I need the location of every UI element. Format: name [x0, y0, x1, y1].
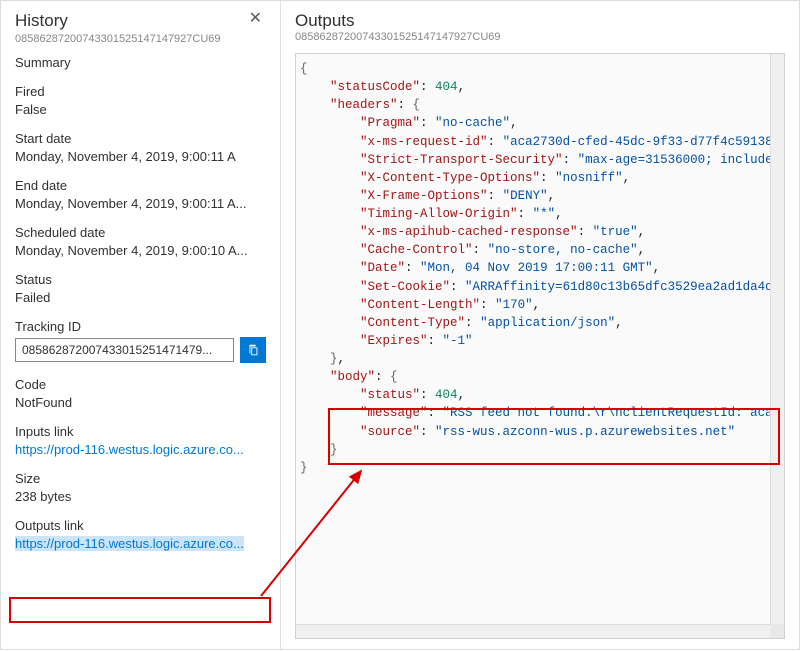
outputs-json-viewer[interactable]: { "statusCode": 404, "headers": { "Pragm…: [295, 53, 785, 639]
outputs-title: Outputs: [295, 11, 785, 31]
start-date-label: Start date: [15, 131, 266, 146]
code-label: Code: [15, 377, 266, 392]
outputs-id: 08586287200743301525147147927CU69: [295, 31, 785, 43]
code-value: NotFound: [15, 395, 266, 410]
fired-value: False: [15, 102, 266, 117]
inputs-link[interactable]: https://prod-116.westus.logic.azure.co..…: [15, 442, 266, 457]
copy-button[interactable]: [240, 337, 266, 363]
size-label: Size: [15, 471, 266, 486]
end-date-label: End date: [15, 178, 266, 193]
start-date-value: Monday, November 4, 2019, 9:00:11 A: [15, 149, 266, 164]
history-title: History: [15, 11, 68, 31]
history-id: 08586287200743301525147147927CU69: [15, 33, 266, 45]
outputs-panel: Outputs 08586287200743301525147147927CU6…: [281, 1, 799, 649]
end-date-value: Monday, November 4, 2019, 9:00:11 A...: [15, 196, 266, 211]
size-value: 238 bytes: [15, 489, 266, 504]
scheduled-date-value: Monday, November 4, 2019, 9:00:10 A...: [15, 243, 266, 258]
tracking-id-input[interactable]: 085862872007433015251471479...: [15, 338, 234, 362]
copy-icon: [246, 343, 260, 357]
outputs-link[interactable]: https://prod-116.westus.logic.azure.co..…: [15, 536, 266, 551]
scroll-corner: [770, 624, 784, 638]
fired-label: Fired: [15, 84, 266, 99]
inputs-link-label: Inputs link: [15, 424, 266, 439]
tracking-id-label: Tracking ID: [15, 319, 266, 334]
history-panel: History ✕ 08586287200743301525147147927C…: [1, 1, 281, 649]
vertical-scrollbar[interactable]: [770, 54, 784, 624]
status-label: Status: [15, 272, 266, 287]
outputs-link-label: Outputs link: [15, 518, 266, 533]
scheduled-date-label: Scheduled date: [15, 225, 266, 240]
close-icon[interactable]: ✕: [245, 11, 266, 27]
horizontal-scrollbar[interactable]: [296, 624, 770, 638]
status-value: Failed: [15, 290, 266, 305]
summary-label: Summary: [15, 55, 266, 70]
